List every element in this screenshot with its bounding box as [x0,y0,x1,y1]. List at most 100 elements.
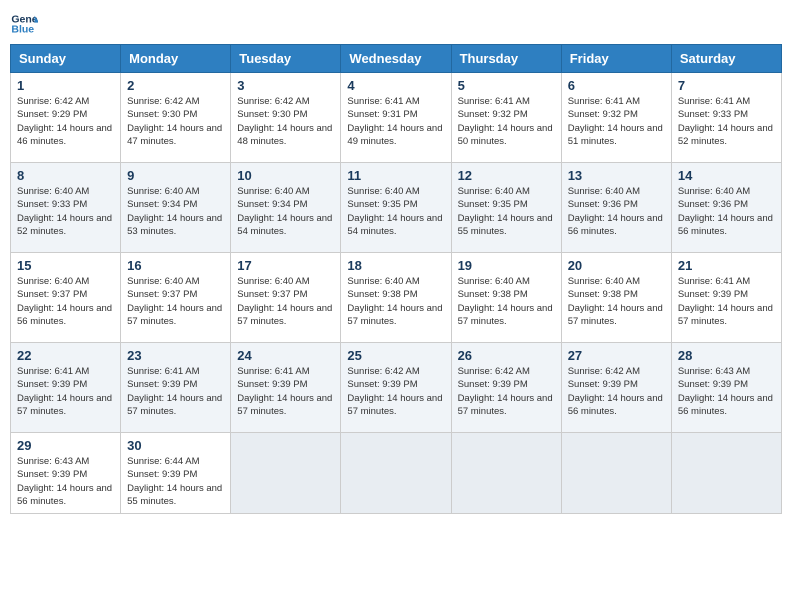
day-info: Sunrise: 6:42 AMSunset: 9:39 PMDaylight:… [568,365,665,418]
day-info: Sunrise: 6:40 AMSunset: 9:37 PMDaylight:… [237,275,334,328]
calendar-cell: 15 Sunrise: 6:40 AMSunset: 9:37 PMDayligh… [11,253,121,343]
day-number: 3 [237,78,334,93]
header-friday: Friday [561,45,671,73]
calendar-cell [671,433,781,514]
calendar-cell: 28 Sunrise: 6:43 AMSunset: 9:39 PMDayligh… [671,343,781,433]
day-info: Sunrise: 6:42 AMSunset: 9:39 PMDaylight:… [458,365,555,418]
day-info: Sunrise: 6:40 AMSunset: 9:37 PMDaylight:… [17,275,114,328]
day-info: Sunrise: 6:40 AMSunset: 9:37 PMDaylight:… [127,275,224,328]
calendar-cell: 13 Sunrise: 6:40 AMSunset: 9:36 PMDayligh… [561,163,671,253]
day-info: Sunrise: 6:40 AMSunset: 9:34 PMDaylight:… [127,185,224,238]
day-info: Sunrise: 6:41 AMSunset: 9:39 PMDaylight:… [678,275,775,328]
day-number: 11 [347,168,444,183]
calendar-table: SundayMondayTuesdayWednesdayThursdayFrid… [10,44,782,514]
day-info: Sunrise: 6:41 AMSunset: 9:32 PMDaylight:… [568,95,665,148]
calendar-cell: 4 Sunrise: 6:41 AMSunset: 9:31 PMDaylight… [341,73,451,163]
calendar-cell: 21 Sunrise: 6:41 AMSunset: 9:39 PMDayligh… [671,253,781,343]
day-info: Sunrise: 6:43 AMSunset: 9:39 PMDaylight:… [678,365,775,418]
day-info: Sunrise: 6:44 AMSunset: 9:39 PMDaylight:… [127,455,224,508]
svg-text:Blue: Blue [11,23,34,35]
day-info: Sunrise: 6:40 AMSunset: 9:35 PMDaylight:… [347,185,444,238]
day-info: Sunrise: 6:42 AMSunset: 9:30 PMDaylight:… [127,95,224,148]
day-number: 23 [127,348,224,363]
day-number: 9 [127,168,224,183]
day-number: 5 [458,78,555,93]
day-number: 19 [458,258,555,273]
day-number: 7 [678,78,775,93]
calendar-cell: 27 Sunrise: 6:42 AMSunset: 9:39 PMDayligh… [561,343,671,433]
calendar-cell: 19 Sunrise: 6:40 AMSunset: 9:38 PMDayligh… [451,253,561,343]
day-number: 4 [347,78,444,93]
day-number: 6 [568,78,665,93]
day-number: 27 [568,348,665,363]
day-number: 17 [237,258,334,273]
calendar-cell: 25Sunrise: 6:42 AMSunset: 9:39 PMDayligh… [341,343,451,433]
calendar-cell: 7 Sunrise: 6:41 AMSunset: 9:33 PMDaylight… [671,73,781,163]
day-number: 29 [17,438,114,453]
day-info: Sunrise: 6:40 AMSunset: 9:38 PMDaylight:… [347,275,444,328]
calendar-cell: 22 Sunrise: 6:41 AMSunset: 9:39 PMDayligh… [11,343,121,433]
calendar-cell: 26 Sunrise: 6:42 AMSunset: 9:39 PMDayligh… [451,343,561,433]
calendar-cell: 3 Sunrise: 6:42 AMSunset: 9:30 PMDaylight… [231,73,341,163]
logo-icon: General Blue [10,10,38,38]
header-saturday: Saturday [671,45,781,73]
day-info: Sunrise: 6:43 AMSunset: 9:39 PMDaylight:… [17,455,114,508]
calendar-cell: 29 Sunrise: 6:43 AMSunset: 9:39 PMDayligh… [11,433,121,514]
calendar-cell: 6 Sunrise: 6:41 AMSunset: 9:32 PMDaylight… [561,73,671,163]
day-number: 21 [678,258,775,273]
calendar-cell: 14Sunrise: 6:40 AMSunset: 9:36 PMDayligh… [671,163,781,253]
day-number: 16 [127,258,224,273]
calendar-cell: 8 Sunrise: 6:40 AMSunset: 9:33 PMDaylight… [11,163,121,253]
day-info: Sunrise: 6:40 AMSunset: 9:36 PMDaylight:… [678,185,775,238]
calendar-cell: 30 Sunrise: 6:44 AMSunset: 9:39 PMDayligh… [121,433,231,514]
header-wednesday: Wednesday [341,45,451,73]
day-number: 12 [458,168,555,183]
day-info: Sunrise: 6:41 AMSunset: 9:39 PMDaylight:… [127,365,224,418]
day-number: 28 [678,348,775,363]
header-tuesday: Tuesday [231,45,341,73]
day-info: Sunrise: 6:40 AMSunset: 9:38 PMDaylight:… [458,275,555,328]
calendar-cell: 24 Sunrise: 6:41 AMSunset: 9:39 PMDayligh… [231,343,341,433]
day-info: Sunrise: 6:40 AMSunset: 9:33 PMDaylight:… [17,185,114,238]
day-info: Sunrise: 6:42 AMSunset: 9:30 PMDaylight:… [237,95,334,148]
day-number: 30 [127,438,224,453]
day-number: 26 [458,348,555,363]
calendar-cell: 10 Sunrise: 6:40 AMSunset: 9:34 PMDayligh… [231,163,341,253]
day-info: Sunrise: 6:40 AMSunset: 9:36 PMDaylight:… [568,185,665,238]
header-thursday: Thursday [451,45,561,73]
calendar-cell: 1Sunrise: 6:42 AMSunset: 9:29 PMDaylight… [11,73,121,163]
calendar-cell: 18 Sunrise: 6:40 AMSunset: 9:38 PMDayligh… [341,253,451,343]
day-number: 24 [237,348,334,363]
calendar-cell: 16 Sunrise: 6:40 AMSunset: 9:37 PMDayligh… [121,253,231,343]
calendar-cell [231,433,341,514]
day-info: Sunrise: 6:41 AMSunset: 9:39 PMDaylight:… [17,365,114,418]
calendar-cell: 9 Sunrise: 6:40 AMSunset: 9:34 PMDaylight… [121,163,231,253]
calendar-cell: 5 Sunrise: 6:41 AMSunset: 9:32 PMDaylight… [451,73,561,163]
day-number: 10 [237,168,334,183]
calendar-cell [561,433,671,514]
day-number: 22 [17,348,114,363]
calendar-header-row: SundayMondayTuesdayWednesdayThursdayFrid… [11,45,782,73]
calendar-cell [341,433,451,514]
day-info: Sunrise: 6:40 AMSunset: 9:35 PMDaylight:… [458,185,555,238]
calendar-cell: 20Sunrise: 6:40 AMSunset: 9:38 PMDayligh… [561,253,671,343]
day-number: 13 [568,168,665,183]
calendar-cell: 23 Sunrise: 6:41 AMSunset: 9:39 PMDayligh… [121,343,231,433]
day-number: 2 [127,78,224,93]
day-number: 1 [17,78,114,93]
day-number: 15 [17,258,114,273]
calendar-cell: 2 Sunrise: 6:42 AMSunset: 9:30 PMDaylight… [121,73,231,163]
day-number: 20 [568,258,665,273]
day-info: Sunrise: 6:41 AMSunset: 9:39 PMDaylight:… [237,365,334,418]
day-number: 8 [17,168,114,183]
day-number: 25 [347,348,444,363]
day-number: 18 [347,258,444,273]
calendar-cell [451,433,561,514]
page-header: General Blue [10,10,782,38]
day-info: Sunrise: 6:41 AMSunset: 9:32 PMDaylight:… [458,95,555,148]
day-info: Sunrise: 6:40 AMSunset: 9:34 PMDaylight:… [237,185,334,238]
calendar-cell: 17 Sunrise: 6:40 AMSunset: 9:37 PMDayligh… [231,253,341,343]
day-info: Sunrise: 6:41 AMSunset: 9:33 PMDaylight:… [678,95,775,148]
header-monday: Monday [121,45,231,73]
day-info: Sunrise: 6:41 AMSunset: 9:31 PMDaylight:… [347,95,444,148]
